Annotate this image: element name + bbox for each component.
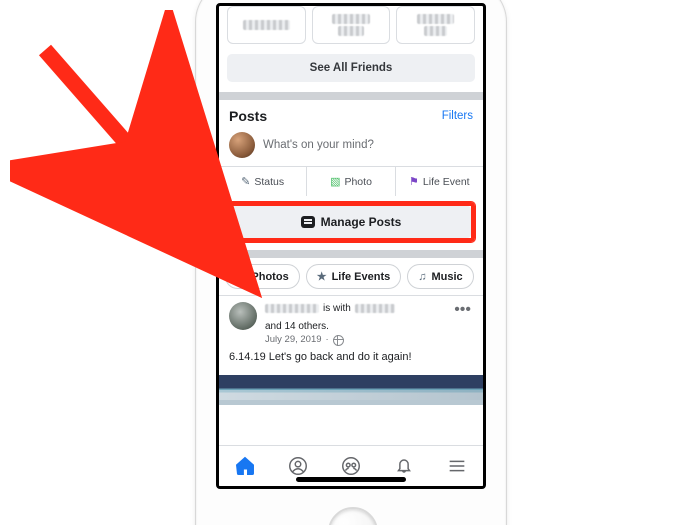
screen: See All Friends Posts Filters What's on … <box>216 3 486 489</box>
section-separator <box>219 92 483 100</box>
photo-button[interactable]: ▧ Photo <box>307 167 395 196</box>
iphone-device-frame: See All Friends Posts Filters What's on … <box>195 0 507 525</box>
friend-card[interactable] <box>396 6 475 44</box>
chip-label: Life Events <box>332 271 391 283</box>
post-menu-button[interactable]: ••• <box>452 302 473 318</box>
flag-icon: ⚑ <box>409 175 419 188</box>
redacted-name <box>265 304 319 313</box>
chip-label: Music <box>432 271 463 283</box>
manage-posts-button[interactable]: Manage Posts <box>231 206 471 238</box>
posts-heading: Posts <box>229 108 267 124</box>
see-all-friends-button[interactable]: See All Friends <box>227 54 475 82</box>
tab-home[interactable] <box>219 446 272 486</box>
filters-link[interactable]: Filters <box>442 110 473 122</box>
post-with-text: is with <box>323 302 351 316</box>
redacted-name <box>355 304 395 313</box>
life-event-label: Life Event <box>423 176 470 188</box>
post-and-others: and 14 others. <box>265 320 329 334</box>
life-event-button[interactable]: ⚑ Life Event <box>396 167 483 196</box>
home-button <box>328 507 378 525</box>
section-separator <box>219 250 483 258</box>
home-indicator <box>296 477 406 482</box>
star-icon: ★ <box>317 270 327 283</box>
post-composer[interactable]: What's on your mind? <box>219 130 483 166</box>
feed-post[interactable]: is with and 14 others. July 29, 2019 · •… <box>219 296 483 375</box>
composer-placeholder: What's on your mind? <box>263 139 374 151</box>
globe-icon <box>333 335 344 346</box>
manage-posts-icon <box>301 216 315 228</box>
chip-photos[interactable]: ▧ Photos <box>225 264 300 289</box>
status-label: Status <box>254 176 284 188</box>
avatar <box>229 302 257 330</box>
friend-card[interactable] <box>227 6 306 44</box>
photo-label: Photo <box>344 176 371 188</box>
photo-icon: ▧ <box>236 270 246 283</box>
post-image[interactable] <box>219 375 483 405</box>
tab-menu[interactable] <box>430 446 483 486</box>
avatar <box>229 132 255 158</box>
scroll-content: See All Friends Posts Filters What's on … <box>219 6 483 445</box>
music-icon: ♫ <box>418 271 426 283</box>
photo-icon: ▧ <box>330 175 340 188</box>
chip-label: Photos <box>251 271 288 283</box>
post-body: 6.14.19 Let's go back and do it again! <box>229 347 473 369</box>
pencil-icon: ✎ <box>241 175 250 188</box>
profile-tabs-chips: ▧ Photos ★ Life Events ♫ Music <box>219 258 483 295</box>
status-button[interactable]: ✎ Status <box>219 167 307 196</box>
highlight-box: Manage Posts <box>227 202 475 242</box>
chip-music[interactable]: ♫ Music <box>407 264 473 289</box>
chip-life-events[interactable]: ★ Life Events <box>306 264 402 289</box>
friend-card[interactable] <box>312 6 391 44</box>
post-date: July 29, 2019 <box>265 334 322 347</box>
bottom-tab-bar <box>219 445 483 486</box>
manage-posts-label: Manage Posts <box>321 215 402 229</box>
friend-card-row <box>219 6 483 50</box>
